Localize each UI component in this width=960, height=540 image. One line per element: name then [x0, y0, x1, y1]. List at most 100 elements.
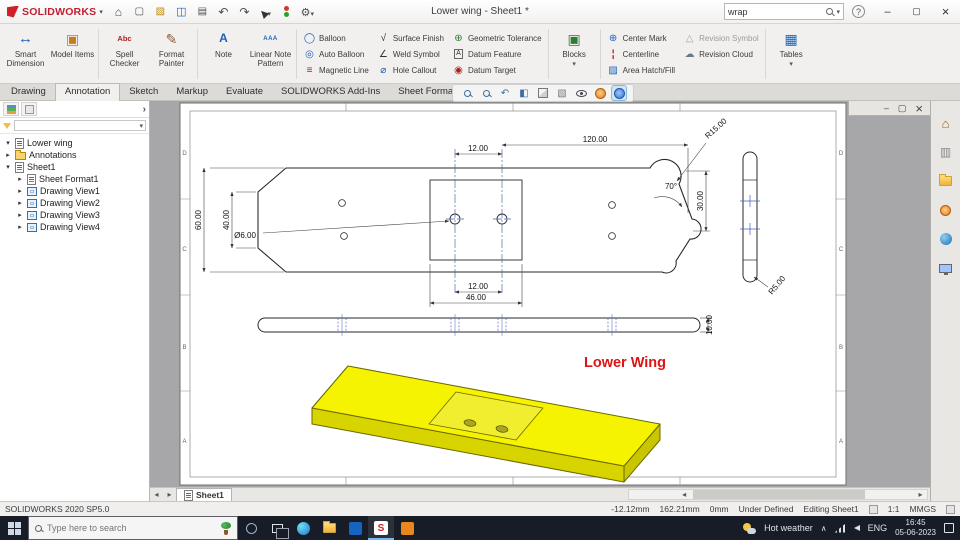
- dim-tip-height[interactable]: 30.00: [696, 190, 705, 211]
- file-explorer-app-icon[interactable]: [316, 516, 342, 540]
- restore-button[interactable]: [898, 103, 907, 114]
- previous-view-icon[interactable]: [498, 86, 512, 100]
- tab-solidworks-add-ins[interactable]: SOLIDWORKS Add-Ins: [272, 84, 389, 100]
- datum-feature-button[interactable]: Datum Feature: [448, 46, 546, 62]
- tab-markup[interactable]: Markup: [167, 84, 217, 100]
- volume-icon[interactable]: [854, 525, 860, 531]
- home-button[interactable]: [109, 2, 128, 21]
- print-button[interactable]: [193, 2, 212, 21]
- edit-appearance-icon[interactable]: [593, 86, 607, 100]
- select-tool-button[interactable]: [256, 2, 275, 21]
- weather-text[interactable]: Hot weather: [764, 523, 813, 533]
- cortana-button[interactable]: [238, 516, 264, 540]
- expander-icon[interactable]: [16, 223, 24, 231]
- sheet-nav-prev-icon[interactable]: [150, 490, 163, 499]
- redo-button[interactable]: [235, 2, 254, 21]
- view-orientation-icon[interactable]: [536, 86, 550, 100]
- home-icon[interactable]: [935, 113, 957, 133]
- network-icon[interactable]: [835, 524, 846, 533]
- balloon-button[interactable]: Balloon: [299, 30, 373, 46]
- tree-item-drawing-view1[interactable]: Drawing View1: [0, 185, 149, 197]
- blue-app-icon[interactable]: [342, 516, 368, 540]
- help-button[interactable]: [852, 5, 865, 18]
- forum-icon[interactable]: [935, 229, 957, 249]
- search-input[interactable]: [728, 7, 823, 17]
- taskbar-search-input[interactable]: [47, 523, 216, 533]
- task-view-button[interactable]: [264, 516, 290, 540]
- sheet-tab-sheet1[interactable]: Sheet1: [176, 488, 232, 501]
- featuremanager-tree-tab[interactable]: [3, 102, 19, 116]
- save-button[interactable]: [172, 2, 191, 21]
- zoom-fit-icon[interactable]: [460, 86, 474, 100]
- tree-item-sheet-format1[interactable]: Sheet Format1: [0, 173, 149, 185]
- tree-item-annotations[interactable]: Annotations: [0, 149, 149, 161]
- search-icon[interactable]: [826, 8, 833, 15]
- dim-overall-height[interactable]: 60.00: [194, 209, 203, 230]
- minimize-button[interactable]: [873, 0, 902, 23]
- view-label[interactable]: Lower Wing: [584, 355, 666, 371]
- sheet-nav-next-icon[interactable]: [163, 490, 176, 499]
- magnetic-line-button[interactable]: Magnetic Line: [299, 62, 373, 78]
- clock[interactable]: 16:45 05-06-2023: [895, 518, 936, 538]
- dim-thickness[interactable]: 10.00: [705, 314, 714, 335]
- expander-icon[interactable]: [16, 199, 24, 207]
- surface-finish-button[interactable]: Surface Finish: [373, 30, 448, 46]
- design-library-icon[interactable]: [935, 142, 957, 162]
- dim-pitch-bottom[interactable]: 12.00: [468, 282, 489, 291]
- dim-hole-diameter[interactable]: Ø6.00: [234, 231, 256, 240]
- new-document-button[interactable]: [130, 2, 149, 21]
- scroll-right-icon[interactable]: [914, 490, 927, 499]
- action-center-icon[interactable]: [944, 523, 954, 533]
- dim-overall-width[interactable]: 120.00: [583, 135, 608, 144]
- solidworks-app-icon[interactable]: [368, 516, 394, 540]
- hole-callout-button[interactable]: Hole Callout: [373, 62, 448, 78]
- open-button[interactable]: [151, 2, 170, 21]
- hidden-icons-chevron[interactable]: [821, 523, 827, 533]
- tree-item-sheet1[interactable]: Sheet1: [0, 161, 149, 173]
- sheet-scale[interactable]: 1:1: [888, 504, 900, 514]
- search-highlight-icon[interactable]: [221, 522, 231, 535]
- centerline-button[interactable]: Centerline: [603, 46, 679, 62]
- taskbar-search-box[interactable]: [28, 516, 238, 540]
- blocks-button[interactable]: Blocks: [551, 26, 598, 82]
- expander-icon[interactable]: [4, 139, 12, 147]
- scroll-left-icon[interactable]: [678, 490, 691, 499]
- panel-expand-chevron[interactable]: [143, 104, 146, 115]
- tree-item-lower-wing[interactable]: Lower wing: [0, 137, 149, 149]
- tab-drawing[interactable]: Drawing: [2, 84, 55, 100]
- scrollbar-thumb[interactable]: [693, 490, 866, 499]
- model-items-button[interactable]: Model Items: [49, 26, 96, 82]
- minimize-button[interactable]: [884, 103, 889, 113]
- file-explorer-icon[interactable]: [935, 171, 957, 191]
- zoom-area-icon[interactable]: [479, 86, 493, 100]
- menu-expand-icon[interactable]: [99, 6, 103, 17]
- weld-symbol-button[interactable]: Weld Symbol: [373, 46, 448, 62]
- start-button[interactable]: [0, 516, 28, 540]
- expander-icon[interactable]: [4, 151, 12, 159]
- center-mark-button[interactable]: Center Mark: [603, 30, 679, 46]
- unit-system[interactable]: MMGS: [910, 504, 936, 514]
- area-hatch-fill-button[interactable]: Area Hatch/Fill: [603, 62, 679, 78]
- undo-button[interactable]: [214, 2, 233, 21]
- dim-pitch-top[interactable]: 12.00: [468, 144, 489, 153]
- note-button[interactable]: Note: [200, 26, 247, 82]
- appearances-icon[interactable]: [935, 200, 957, 220]
- weather-icon[interactable]: [743, 523, 756, 534]
- auto-balloon-button[interactable]: Auto Balloon: [299, 46, 373, 62]
- datum-target-button[interactable]: Datum Target: [448, 62, 546, 78]
- restore-button[interactable]: [902, 0, 931, 23]
- status-icon[interactable]: [946, 505, 955, 514]
- spell-checker-button[interactable]: Spell Checker: [101, 26, 148, 82]
- linear-note-pattern-button[interactable]: Linear Note Pattern: [247, 26, 294, 82]
- filter-input[interactable]: [14, 120, 146, 131]
- tree-item-drawing-view2[interactable]: Drawing View2: [0, 197, 149, 209]
- close-button[interactable]: [915, 101, 923, 116]
- view-settings-icon[interactable]: [612, 86, 626, 100]
- expander-icon[interactable]: [16, 187, 24, 195]
- drawing-sheet-canvas[interactable]: D C B A D C B A: [150, 101, 930, 487]
- status-icon[interactable]: [869, 505, 878, 514]
- expander-icon[interactable]: [16, 175, 24, 183]
- geometric-tolerance-button[interactable]: Geometric Tolerance: [448, 30, 546, 46]
- tables-button[interactable]: Tables: [768, 26, 815, 82]
- orange-app-icon[interactable]: [394, 516, 420, 540]
